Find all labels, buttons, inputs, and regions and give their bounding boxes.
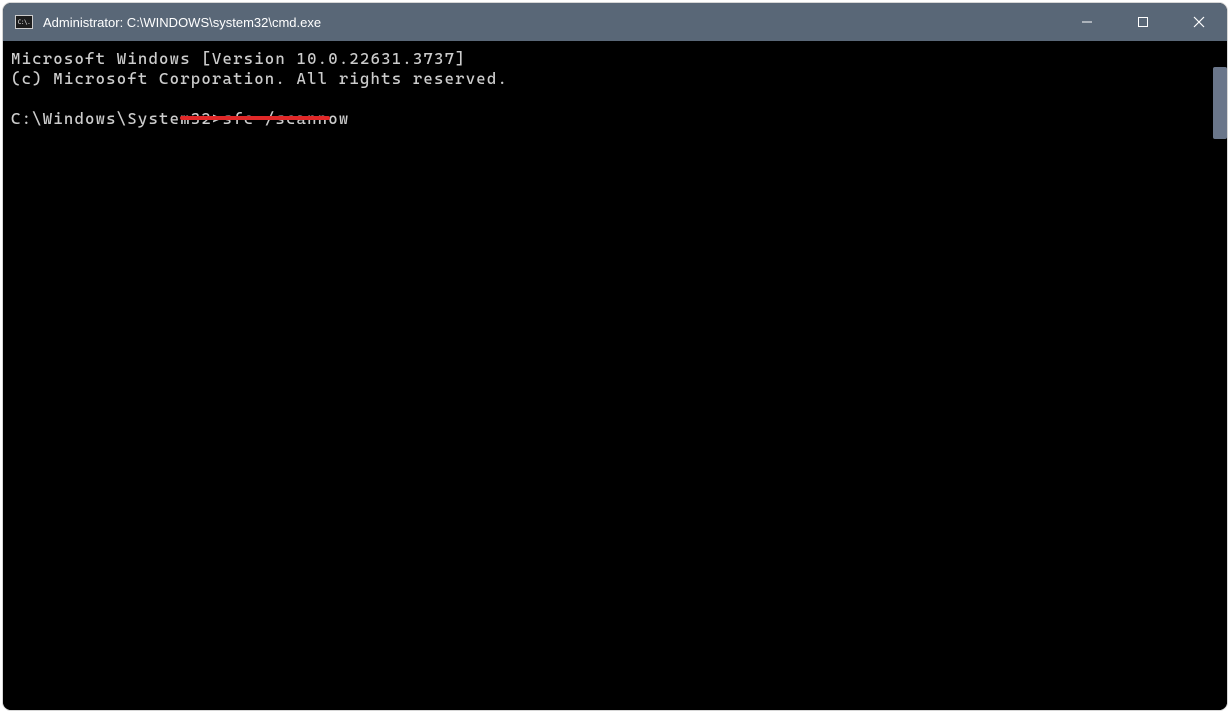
scrollbar-thumb[interactable] (1213, 67, 1227, 139)
scrollbar[interactable] (1209, 41, 1227, 710)
terminal-area: Microsoft Windows [Version 10.0.22631.37… (3, 41, 1227, 710)
minimize-button[interactable] (1059, 3, 1115, 41)
command-prompt-window: C:\. Administrator: C:\WINDOWS\system32\… (3, 3, 1227, 710)
close-button[interactable] (1171, 3, 1227, 41)
cmd-app-icon: C:\. (15, 15, 33, 29)
window-title: Administrator: C:\WINDOWS\system32\cmd.e… (43, 15, 321, 30)
annotation-underline (180, 116, 330, 120)
terminal-content[interactable]: Microsoft Windows [Version 10.0.22631.37… (3, 41, 1209, 710)
terminal-line-copyright: (c) Microsoft Corporation. All rights re… (11, 69, 508, 88)
maximize-button[interactable] (1115, 3, 1171, 41)
minimize-icon (1081, 16, 1093, 28)
maximize-icon (1137, 16, 1149, 28)
close-icon (1193, 16, 1205, 28)
window-controls (1059, 3, 1227, 41)
titlebar[interactable]: C:\. Administrator: C:\WINDOWS\system32\… (3, 3, 1227, 41)
titlebar-left: C:\. Administrator: C:\WINDOWS\system32\… (3, 15, 1059, 30)
terminal-line-version: Microsoft Windows [Version 10.0.22631.37… (11, 49, 466, 68)
